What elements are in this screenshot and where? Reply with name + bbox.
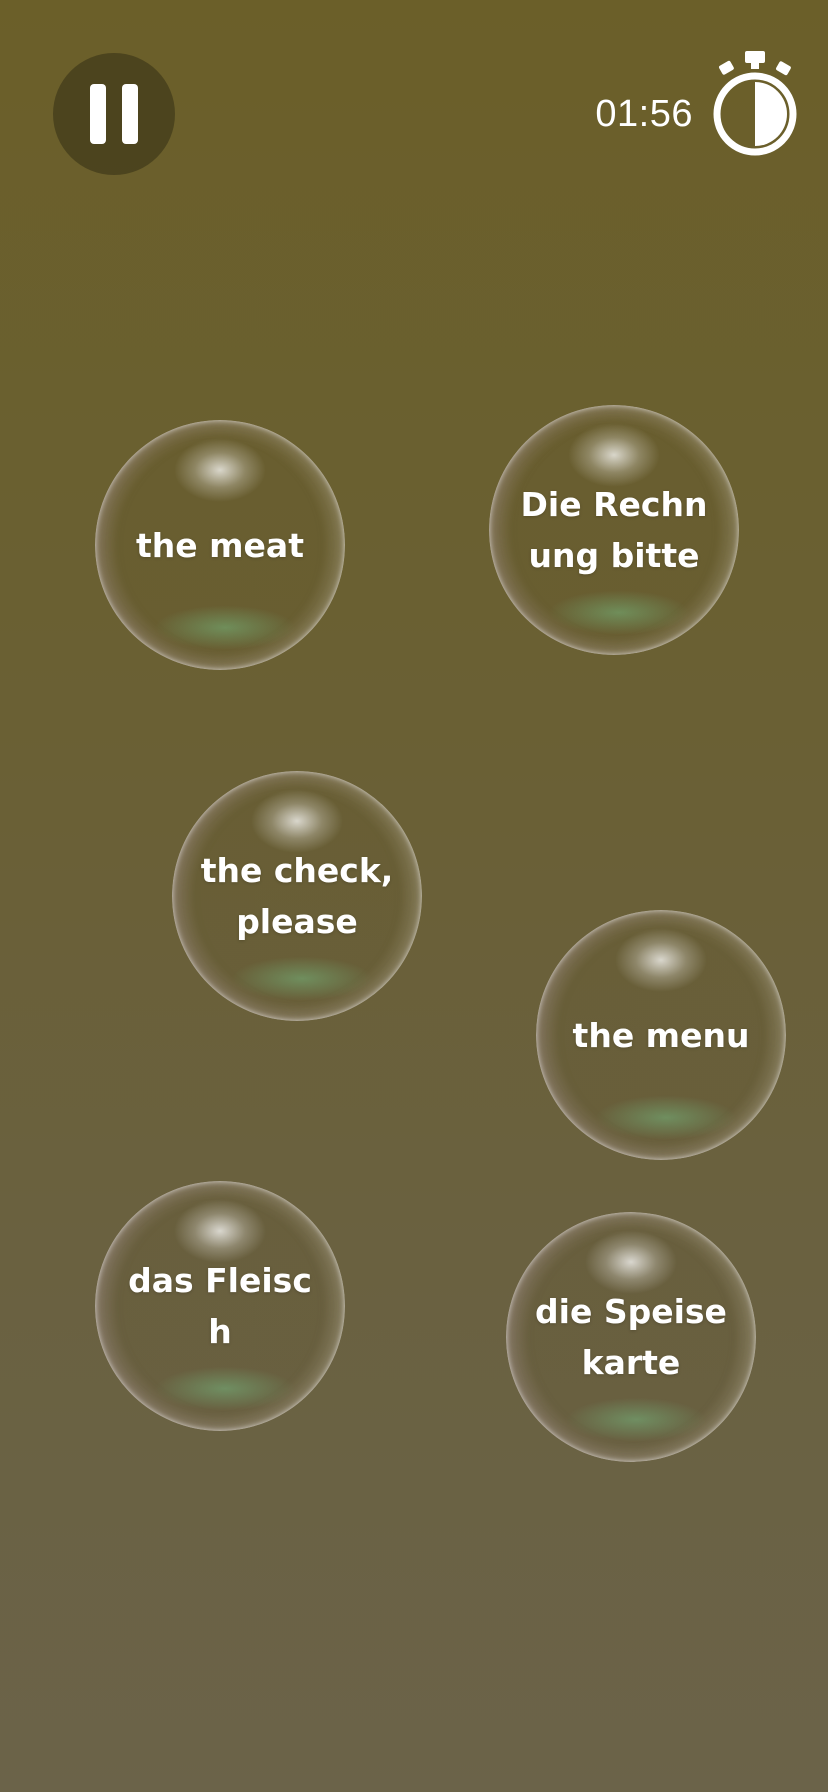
bubble-label: Die Rechnung bitte — [520, 485, 708, 575]
word-bubble[interactable]: the check, please — [172, 771, 422, 1021]
word-bubble[interactable]: die Speisekarte — [506, 1212, 756, 1462]
word-bubble[interactable]: Die Rechnung bitte — [489, 405, 739, 655]
word-bubble[interactable]: das Fleisch — [95, 1181, 345, 1431]
word-bubble[interactable]: the menu — [536, 910, 786, 1160]
word-bubble[interactable]: the meat — [95, 420, 345, 670]
bubble-label: the check, please — [200, 851, 394, 941]
bubble-label: die Speisekarte — [535, 1292, 727, 1382]
bubble-label: the meat — [136, 525, 304, 565]
pause-button[interactable] — [53, 53, 175, 175]
bubble-label: das Fleisch — [128, 1261, 312, 1351]
pause-icon — [90, 84, 138, 144]
bubble-label: the menu — [572, 1015, 750, 1055]
stopwatch-icon — [713, 51, 797, 156]
timer-text: 01:56 — [595, 93, 693, 135]
